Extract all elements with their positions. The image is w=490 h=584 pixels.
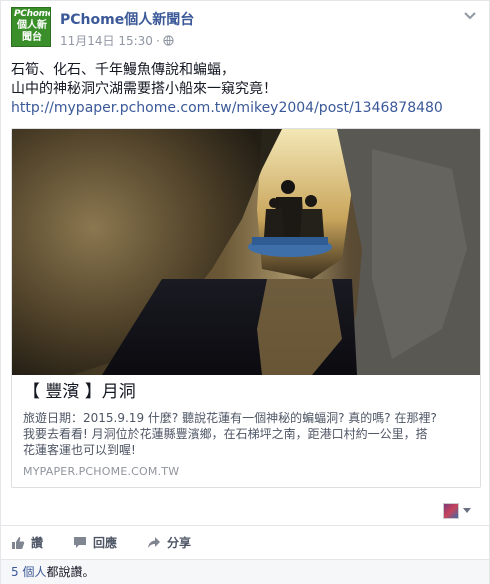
likes-suffix: 都說讚。 [46,565,95,579]
action-bar: 讚 回應 分享 [1,525,489,559]
like-label: 讚 [31,536,44,550]
card-desc-line: 花蓮客運也可以到喔! [23,443,136,457]
card-desc-line: 旅遊日期：2015.9.19 什麼? 聽說花蓮有一個神秘的蝙蝠洞? 真的嗎? 在… [23,411,437,425]
avatar-brand: PChome [14,9,51,19]
page-name-link[interactable]: PChome個人新聞台 [60,9,194,29]
globe-icon[interactable] [163,35,174,46]
post-timestamp[interactable]: 11月14日 15:30 [60,32,153,49]
link-preview-card[interactable]: 【 豐濱 】月洞 旅遊日期：2015.9.19 什麼? 聽說花蓮有一個神秘的蝙蝠… [11,128,481,488]
share-icon [148,537,161,548]
share-button[interactable]: 分享 [147,534,191,551]
card-desc-line: 我要去看看! 月洞位於花蓮縣豐濱鄉，在石梯坪之南，距港口村約一公里，搭 [23,427,428,441]
share-label: 分享 [167,536,192,550]
card-description: 旅遊日期：2015.9.19 什麼? 聽說花蓮有一個神秘的蝙蝠洞? 真的嗎? 在… [23,410,471,458]
post-link[interactable]: http://mypaper.pchome.com.tw/mikey2004/p… [11,99,481,118]
post-meta: 11月14日 15:30 · [60,32,174,49]
share-as-avatar[interactable] [443,503,459,519]
facebook-post: PChome 個人新聞台 PChome個人新聞台 11月14日 15:30 · … [0,0,490,584]
thumbs-up-icon [12,536,25,549]
chevron-down-icon[interactable] [463,11,477,21]
card-body: 【 豐濱 】月洞 旅遊日期：2015.9.19 什麼? 聽說花蓮有一個神秘的蝙蝠… [23,381,471,478]
page-avatar[interactable]: PChome 個人新聞台 [11,7,51,47]
chevron-down-icon[interactable] [463,508,471,513]
likes-count-link[interactable]: 5 個人 [11,565,46,579]
card-title[interactable]: 【 豐濱 】月洞 [23,381,471,403]
comment-icon [74,537,87,548]
card-domain: MYPAPER.PCHOME.COM.TW [23,465,180,478]
post-header: PChome 個人新聞台 PChome個人新聞台 11月14日 15:30 · [11,7,481,51]
post-message: 石筍、化石、千年鰻魚傳說和蝙蝠， 山中的神秘洞穴湖需要搭小船來一窺究竟！ htt… [11,61,481,118]
comment-button[interactable]: 回應 [73,534,117,551]
comment-label: 回應 [93,536,118,550]
likes-summary: 5 個人都說讚。 [1,559,489,584]
post-text-line: 山中的神秘洞穴湖需要搭小船來一窺究竟！ [11,81,277,97]
avatar-brand-cn: 個人新聞台 [17,20,47,43]
like-button[interactable]: 讚 [11,534,43,551]
meta-separator: · [155,33,160,48]
cave-boat-photo[interactable] [12,129,480,375]
post-text-line: 石筍、化石、千年鰻魚傳說和蝙蝠， [11,62,235,78]
